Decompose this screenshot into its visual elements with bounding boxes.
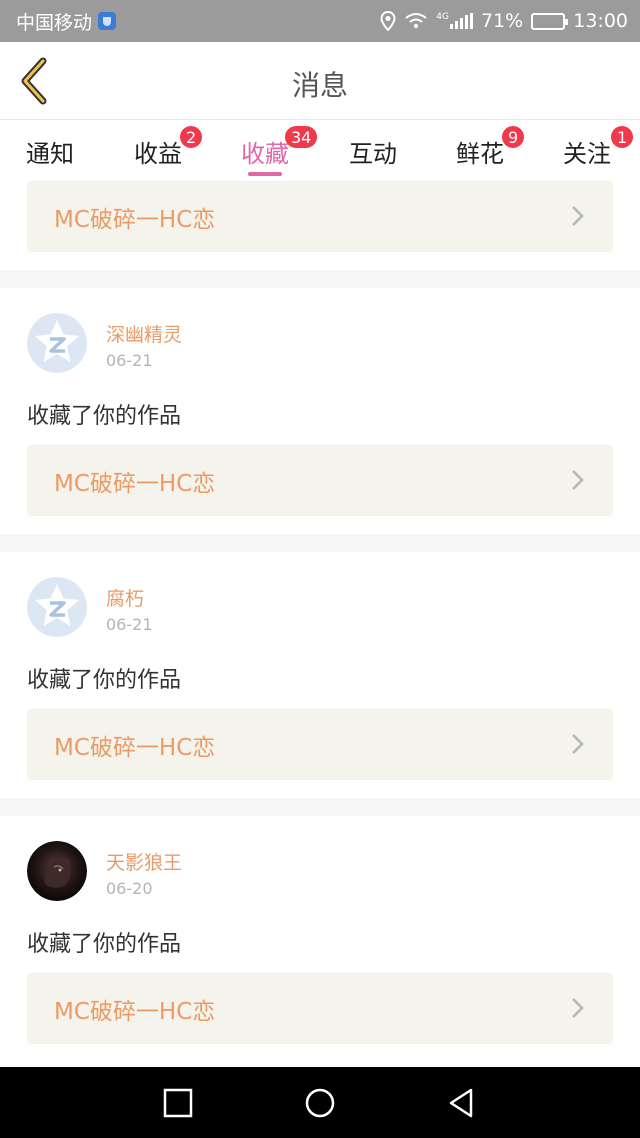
favorites-feed[interactable]: MC破碎一HC恋 深幽精灵 06-21 收藏了你的作品 MC破碎一HC恋 腐朽 … xyxy=(0,178,640,1067)
tab-label: 通知 xyxy=(26,140,74,168)
work-link[interactable]: MC破碎一HC恋 xyxy=(27,973,613,1044)
tab-label: 收藏 xyxy=(241,140,289,168)
tab-favorites[interactable]: 收藏 34 xyxy=(241,126,318,176)
network-type: 4G xyxy=(436,12,449,22)
work-link[interactable]: MC破碎一HC恋 xyxy=(27,181,613,252)
activity-text: 收藏了你的作品 xyxy=(27,932,182,957)
work-title: MC破碎一HC恋 xyxy=(54,206,216,233)
list-item: MC破碎一HC恋 xyxy=(0,178,640,270)
home-icon[interactable] xyxy=(304,1087,336,1119)
battery-percent: 71% xyxy=(481,10,524,32)
count-badge: 34 xyxy=(285,126,318,148)
list-item: 腐朽 06-21 收藏了你的作品 MC破碎一HC恋 xyxy=(0,552,640,798)
status-bar: 中国移动 4G 71% 13:00 xyxy=(0,0,640,42)
work-link[interactable]: MC破碎一HC恋 xyxy=(27,445,613,516)
count-badge: 1 xyxy=(611,126,634,148)
username[interactable]: 腐朽 xyxy=(106,584,144,611)
tab-label: 收益 xyxy=(134,140,182,168)
default-avatar-icon xyxy=(27,577,87,637)
location-icon xyxy=(380,11,396,31)
chevron-right-icon xyxy=(572,206,584,226)
clock: 13:00 xyxy=(573,10,628,32)
page-title: 消息 xyxy=(291,69,348,102)
username[interactable]: 深幽精灵 xyxy=(106,320,182,347)
avatar[interactable] xyxy=(27,841,87,901)
avatar[interactable] xyxy=(27,577,87,637)
wolf-avatar-icon xyxy=(27,841,87,901)
system-nav-bar xyxy=(0,1067,640,1138)
list-item: 深幽精灵 06-21 收藏了你的作品 MC破碎一HC恋 xyxy=(0,288,640,534)
chevron-right-icon xyxy=(572,470,584,490)
chevron-right-icon xyxy=(572,734,584,754)
wifi-icon xyxy=(405,13,427,29)
chevron-right-icon xyxy=(572,998,584,1018)
default-avatar-icon xyxy=(27,313,87,373)
timestamp: 06-21 xyxy=(106,615,153,634)
recent-apps-icon[interactable] xyxy=(162,1087,194,1119)
timestamp: 06-20 xyxy=(106,879,153,898)
count-badge: 2 xyxy=(180,126,203,148)
active-tab-indicator xyxy=(248,172,282,176)
count-badge: 9 xyxy=(502,126,525,148)
back-icon[interactable] xyxy=(446,1087,478,1119)
signal-icon xyxy=(450,13,473,29)
avatar[interactable] xyxy=(27,313,87,373)
tab-label: 鲜花 xyxy=(456,140,504,168)
work-title: MC破碎一HC恋 xyxy=(54,470,216,497)
tab-earnings[interactable]: 收益 2 xyxy=(134,126,203,169)
battery-icon xyxy=(531,12,569,30)
tab-interactions[interactable]: 互动 xyxy=(349,134,397,169)
activity-text: 收藏了你的作品 xyxy=(27,668,182,693)
app-header: 消息 xyxy=(0,42,640,120)
work-link[interactable]: MC破碎一HC恋 xyxy=(27,709,613,780)
work-title: MC破碎一HC恋 xyxy=(54,998,216,1025)
username[interactable]: 天影狼王 xyxy=(106,848,182,875)
timestamp: 06-21 xyxy=(106,351,153,370)
list-item: 天影狼王 06-20 收藏了你的作品 MC破碎一HC恋 xyxy=(0,816,640,1067)
shield-icon xyxy=(98,12,117,30)
carrier-name: 中国移动 xyxy=(16,11,93,34)
tab-notifications[interactable]: 通知 xyxy=(26,134,74,169)
tab-following[interactable]: 关注 1 xyxy=(563,126,634,169)
tab-bar: 通知 收益 2 收藏 34 互动 鲜花 9 关注 1 xyxy=(0,120,640,178)
tab-flowers[interactable]: 鲜花 9 xyxy=(456,126,525,169)
tab-label: 关注 xyxy=(563,140,611,168)
tab-label: 互动 xyxy=(349,140,397,168)
activity-text: 收藏了你的作品 xyxy=(27,404,182,429)
work-title: MC破碎一HC恋 xyxy=(54,734,216,761)
